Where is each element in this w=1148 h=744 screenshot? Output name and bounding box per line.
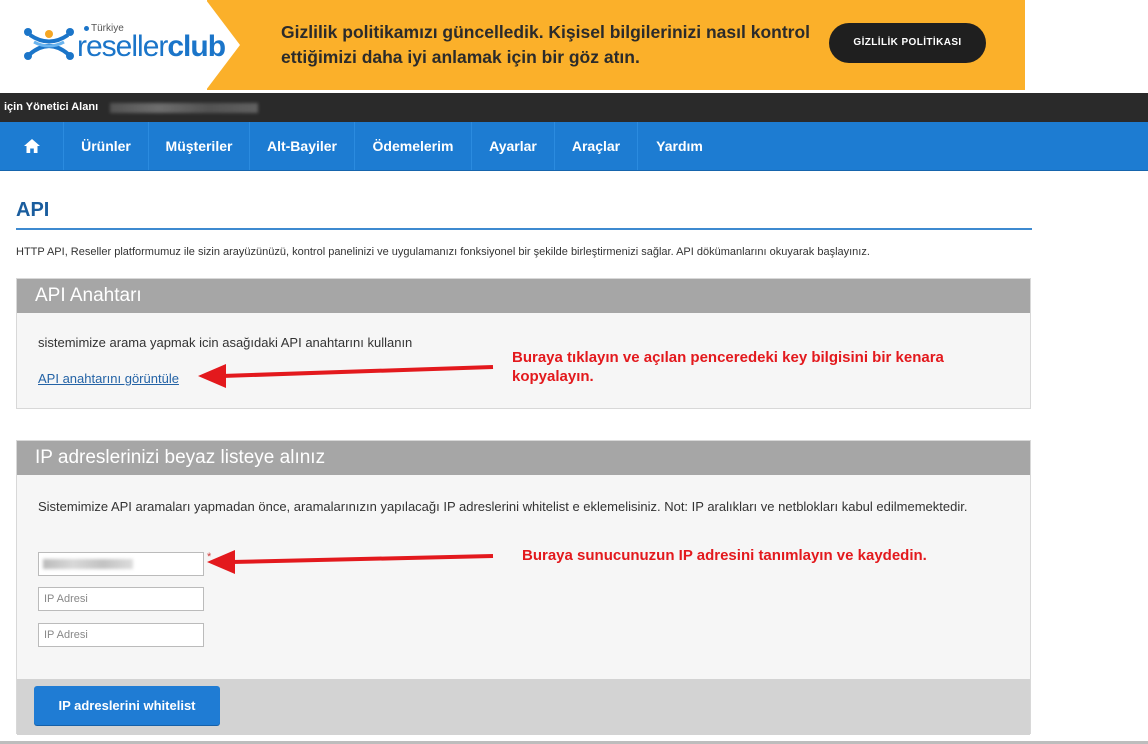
- redacted-ip-value: [43, 559, 133, 569]
- whitelist-submit-button[interactable]: IP adreslerini whitelist: [34, 686, 220, 725]
- annotation-api-key: Buraya tıklayın ve açılan penceredeki ke…: [512, 349, 944, 385]
- nav-item-musteriler[interactable]: Müşteriler: [149, 122, 250, 170]
- logo-wordmark-light: reseller: [77, 30, 168, 63]
- redacted-username: [110, 103, 258, 113]
- logo-wordmark: resellerclub: [77, 30, 226, 64]
- api-key-panel: API Anahtarı sistemimize arama yapmak ic…: [16, 278, 1031, 409]
- title-divider: [16, 228, 1032, 230]
- nav-item-odemelerim[interactable]: Ödemelerim: [355, 122, 472, 170]
- resellerclub-logo[interactable]: Türkiye resellerclub: [0, 0, 240, 90]
- home-icon: [23, 139, 40, 153]
- required-marker: *: [207, 551, 212, 563]
- annotation-ip-address: Buraya sunucunuzun IP adresini tanımlayı…: [522, 547, 927, 564]
- nav-item-yardim[interactable]: Yardım: [638, 122, 721, 170]
- logo-wordmark-bold: club: [167, 30, 226, 63]
- ip-whitelist-heading: IP adreslerinizi beyaz listeye alınız: [17, 441, 1030, 475]
- ip-whitelist-footer: IP adreslerini whitelist: [17, 679, 1030, 735]
- ip-address-field-2[interactable]: [38, 587, 204, 611]
- page-intro: HTTP API, Reseller platformumuz ile sizi…: [16, 246, 870, 258]
- nav-item-araclar[interactable]: Araçlar: [555, 122, 638, 170]
- nav-item-alt-bayiler[interactable]: Alt-Bayiler: [250, 122, 355, 170]
- privacy-banner: Türkiye resellerclub Gizlilik politikamı…: [0, 0, 1025, 90]
- view-api-key-link[interactable]: API anahtarını görüntüle: [38, 371, 179, 386]
- nav-home[interactable]: [0, 122, 64, 170]
- privacy-policy-button[interactable]: GİZLİLİK POLİTİKASI: [829, 23, 986, 63]
- admin-area-label: için Yönetici Alanı: [4, 101, 99, 113]
- page-title: API: [16, 199, 50, 221]
- nav-item-ayarlar[interactable]: Ayarlar: [472, 122, 555, 170]
- ip-address-field-3[interactable]: [38, 623, 204, 647]
- admin-bar: için Yönetici Alanı: [0, 93, 1148, 122]
- main-nav: Ürünler Müşteriler Alt-Bayiler Ödemeleri…: [0, 122, 1148, 171]
- banner-message: Gizlilik politikamızı güncelledik. Kişis…: [281, 22, 811, 67]
- ip-whitelist-panel: IP adreslerinizi beyaz listeye alınız Si…: [16, 440, 1031, 735]
- api-key-description: sistemimize arama yapmak icin asağıdaki …: [38, 335, 413, 350]
- api-key-heading: API Anahtarı: [17, 279, 1030, 313]
- ip-whitelist-description: Sistemimize API aramaları yapmadan önce,…: [38, 499, 968, 514]
- nav-item-urunler[interactable]: Ürünler: [64, 122, 149, 170]
